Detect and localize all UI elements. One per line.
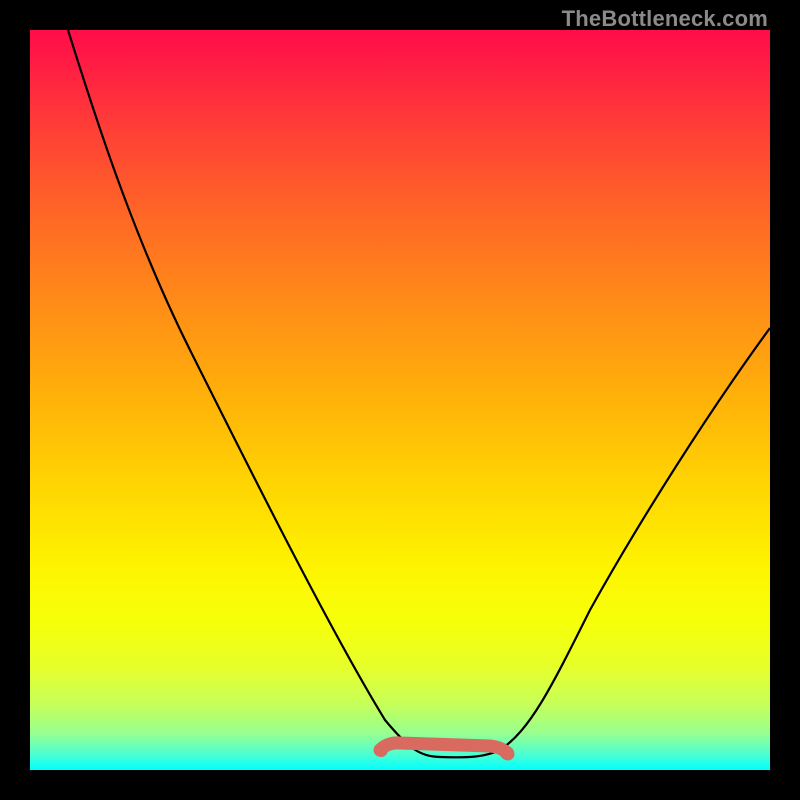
chart-container: TheBottleneck.com xyxy=(0,0,800,800)
bottleneck-curve xyxy=(30,30,770,770)
plot-area xyxy=(30,30,770,770)
flat-segment xyxy=(380,743,508,754)
watermark-text: TheBottleneck.com xyxy=(562,6,768,32)
flat-segment-end-left xyxy=(374,743,388,757)
flat-segment-end-right xyxy=(500,746,514,760)
curve-path xyxy=(68,30,770,757)
